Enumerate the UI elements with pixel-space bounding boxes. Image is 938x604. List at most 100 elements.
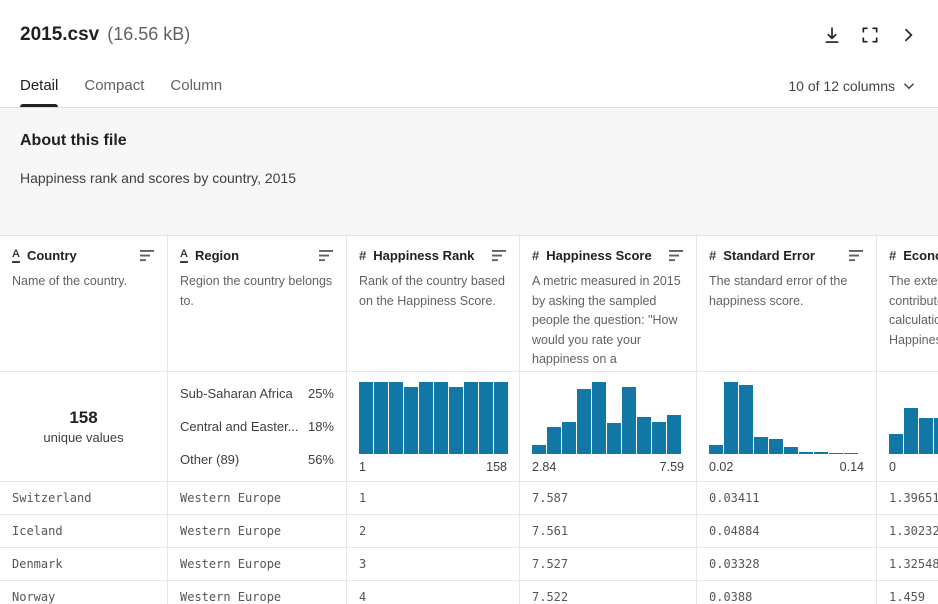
topk-pct: 25% — [307, 386, 334, 401]
about-section: About this file Happiness rank and score… — [0, 108, 938, 236]
histogram-bar — [667, 415, 681, 454]
columns-visibility-dropdown[interactable]: 10 of 12 columns — [788, 64, 918, 107]
hist-min-label: 1 — [359, 460, 366, 474]
column-header-country[interactable]: A Country Name of the country. — [0, 236, 168, 371]
histogram-bar — [577, 389, 591, 454]
histogram-bar — [904, 407, 918, 454]
histogram[interactable] — [359, 382, 508, 454]
tab-detail[interactable]: Detail — [20, 64, 59, 107]
download-icon[interactable] — [822, 25, 842, 45]
histogram-bar — [547, 426, 561, 454]
table-row[interactable]: Norway Western Europe 4 7.522 0.0388 1.4… — [0, 580, 938, 604]
column-header-happiness-rank[interactable]: # Happiness Rank Rank of the country bas… — [347, 236, 520, 371]
histogram-bar — [389, 382, 403, 454]
histogram[interactable] — [709, 382, 864, 454]
cell-economy: 1.32548 — [877, 547, 938, 580]
histogram-bar — [769, 438, 783, 454]
cell-happiness-rank: 4 — [347, 580, 520, 604]
table-row[interactable]: Switzerland Western Europe 1 7.587 0.034… — [0, 481, 938, 514]
cell-happiness-rank: 3 — [347, 547, 520, 580]
chevron-right-icon[interactable] — [898, 25, 918, 45]
table-row[interactable]: Iceland Western Europe 2 7.561 0.04884 1… — [0, 514, 938, 547]
histogram-bar — [889, 433, 903, 454]
cell-economy: 1.30232 — [877, 514, 938, 547]
histogram-bar — [784, 446, 798, 454]
hist-max-label: 158 — [486, 460, 507, 474]
summary-standard-error-histogram: 0.02 0.14 — [697, 371, 877, 481]
hist-min-label: 0.02 — [709, 460, 734, 474]
unique-count: 158 — [69, 408, 98, 427]
file-title: 2015.csv (16.56 kB) — [20, 24, 190, 46]
histogram-bar — [592, 382, 606, 454]
histogram-bar — [359, 382, 373, 454]
topk-label: Other (89) — [180, 452, 240, 467]
header-actions — [822, 25, 918, 45]
file-viewer: 2015.csv (16.56 kB) Detail Compact Colum… — [0, 0, 938, 604]
filter-icon[interactable] — [668, 249, 684, 262]
table-row[interactable]: Denmark Western Europe 3 7.527 0.03328 1… — [0, 547, 938, 580]
column-description: The extent to which GDP contributes to t… — [889, 274, 938, 347]
column-header-standard-error[interactable]: # Standard Error The standard error of t… — [697, 236, 877, 371]
histogram-bar — [829, 452, 843, 454]
histogram-bar — [532, 445, 546, 454]
histogram-bar — [374, 382, 388, 454]
histogram-bar — [404, 387, 418, 454]
file-header: 2015.csv (16.56 kB) — [0, 0, 938, 64]
cell-region: Western Europe — [168, 481, 347, 514]
column-header-region[interactable]: A Region Region the country belongs to. — [168, 236, 347, 371]
fullscreen-icon[interactable] — [860, 25, 880, 45]
chevron-down-icon — [903, 82, 915, 89]
histogram-bar — [562, 421, 576, 454]
hist-max-label: 0.14 — [839, 460, 864, 474]
histogram-bar — [934, 418, 938, 454]
column-description: A metric measured in 2015 by asking the … — [532, 274, 681, 366]
cell-country: Norway — [0, 580, 168, 604]
filter-icon[interactable] — [491, 249, 507, 262]
column-name: Standard Error — [723, 248, 815, 263]
hist-min-label: 2.84 — [532, 460, 557, 474]
tab-bar: Detail Compact Column 10 of 12 columns — [0, 64, 938, 108]
histogram-bar — [434, 382, 448, 454]
tab-compact[interactable]: Compact — [84, 64, 144, 107]
tab-column-label: Column — [170, 77, 223, 94]
topk-label: Central and Easter... — [180, 419, 299, 434]
cell-country: Denmark — [0, 547, 168, 580]
histogram[interactable] — [889, 382, 938, 454]
cell-region: Western Europe — [168, 580, 347, 604]
filter-icon[interactable] — [139, 249, 155, 262]
column-header-happiness-score[interactable]: # Happiness Score A metric measured in 2… — [520, 236, 697, 371]
column-description: Name of the country. — [12, 274, 128, 288]
column-description: The standard error of the happiness scor… — [709, 274, 848, 308]
cell-happiness-score: 7.561 — [520, 514, 697, 547]
filter-icon[interactable] — [848, 249, 864, 262]
histogram-bar — [844, 453, 858, 454]
histogram-bar — [479, 382, 493, 454]
filter-icon[interactable] — [318, 249, 334, 262]
column-header-economy[interactable]: # Economy (GDP per Capita) The extent to… — [877, 236, 938, 371]
cell-region: Western Europe — [168, 547, 347, 580]
histogram[interactable] — [532, 382, 684, 454]
histogram-bar — [464, 382, 478, 454]
table-header-row: A Country Name of the country. A Region … — [0, 236, 938, 371]
column-name: Happiness Rank — [373, 248, 475, 263]
column-name: Economy (GDP per Capita) — [903, 248, 938, 263]
histogram-bar — [622, 387, 636, 454]
about-description: Happiness rank and scores by country, 20… — [20, 170, 297, 186]
cell-economy: 1.459 — [877, 580, 938, 604]
column-description: Region the country belongs to. — [180, 274, 333, 308]
topk-label: Sub-Saharan Africa — [180, 386, 293, 401]
topk-pct: 18% — [307, 419, 334, 434]
cell-happiness-score: 7.522 — [520, 580, 697, 604]
histogram-bar — [739, 384, 753, 454]
cell-happiness-score: 7.587 — [520, 481, 697, 514]
number-type-icon: # — [889, 248, 897, 263]
column-name: Country — [26, 248, 77, 263]
cell-happiness-rank: 1 — [347, 481, 520, 514]
cell-economy: 1.39651 — [877, 481, 938, 514]
summary-happiness-rank-histogram: 1 158 — [347, 371, 520, 481]
histogram-bar — [637, 417, 651, 454]
histogram-bar — [754, 436, 768, 454]
column-summary-row: 158 unique values Sub-Saharan Africa 25%… — [0, 371, 938, 481]
cell-country: Switzerland — [0, 481, 168, 514]
tab-column[interactable]: Column — [170, 64, 222, 107]
